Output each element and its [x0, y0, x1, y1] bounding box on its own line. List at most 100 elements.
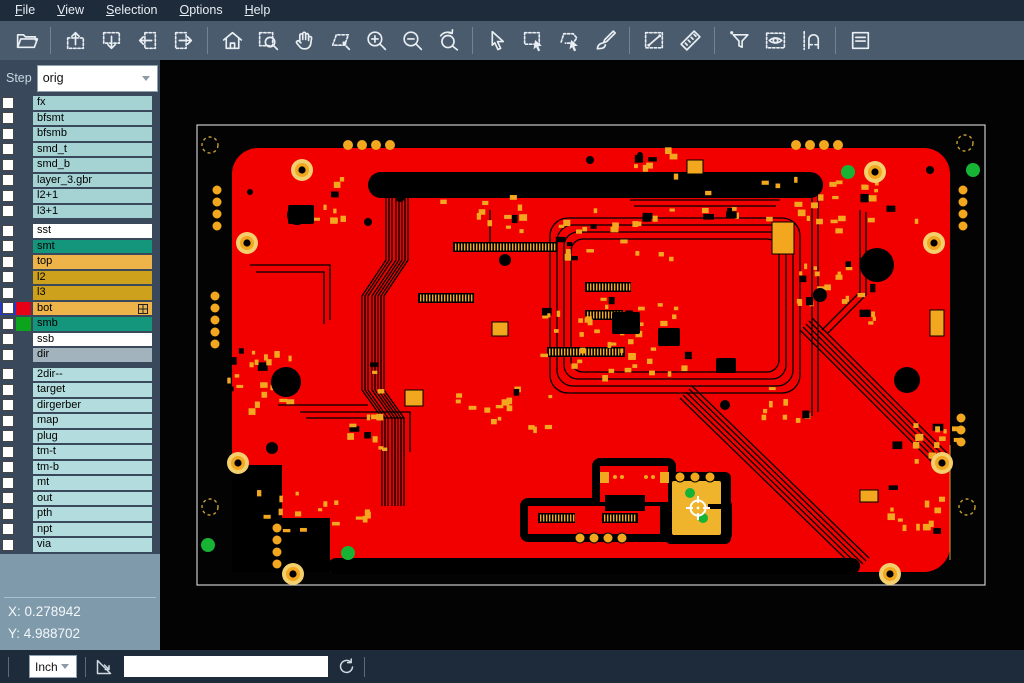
layer-row-target[interactable]: target: [0, 383, 160, 397]
layer-checkbox[interactable]: [0, 492, 16, 506]
select-rect-button[interactable]: [516, 25, 550, 57]
import-up-button[interactable]: [58, 25, 92, 57]
layer-label[interactable]: npt: [33, 523, 152, 537]
layer-row-bfsmt[interactable]: bfsmt: [0, 112, 160, 126]
layer-checkbox[interactable]: [0, 205, 16, 219]
menu-item-view[interactable]: View: [46, 0, 95, 21]
layer-label[interactable]: tm-b: [33, 461, 152, 475]
layer-row-via[interactable]: via: [0, 538, 160, 552]
layer-checkbox[interactable]: [0, 143, 16, 157]
layer-row-2dir--[interactable]: 2dir--: [0, 368, 160, 382]
layer-checkbox[interactable]: [0, 414, 16, 428]
layer-row-ssb[interactable]: ssb: [0, 333, 160, 347]
layer-label[interactable]: 2dir--: [33, 368, 152, 382]
menu-item-file[interactable]: File: [4, 0, 46, 21]
layer-label[interactable]: target: [33, 383, 152, 397]
layer-checkbox[interactable]: [0, 399, 16, 413]
layer-label[interactable]: plug: [33, 430, 152, 444]
layer-checkbox[interactable]: [0, 523, 16, 537]
layer-label[interactable]: bfsmt: [33, 112, 152, 126]
layer-checkbox[interactable]: [0, 302, 16, 316]
layer-label[interactable]: ssb: [33, 333, 152, 347]
layer-label[interactable]: via: [33, 538, 152, 552]
layer-checkbox[interactable]: [0, 158, 16, 172]
layer-row-sst[interactable]: sst: [0, 224, 160, 238]
layer-label[interactable]: out: [33, 492, 152, 506]
layer-row-mt[interactable]: mt: [0, 476, 160, 490]
layer-checkbox[interactable]: [0, 383, 16, 397]
step-select[interactable]: orig: [37, 65, 158, 92]
layer-label[interactable]: bfsmb: [33, 127, 152, 141]
layer-row-bot[interactable]: bot: [0, 302, 160, 316]
layer-label[interactable]: dir: [33, 348, 152, 362]
layer-row-dirgerber[interactable]: dirgerber: [0, 399, 160, 413]
menu-item-selection[interactable]: Selection: [95, 0, 168, 21]
layer-row-l3+1[interactable]: l3+1: [0, 205, 160, 219]
zoom-previous-button[interactable]: [431, 25, 465, 57]
layer-checkbox[interactable]: [0, 461, 16, 475]
layer-label[interactable]: l3+1: [33, 205, 152, 219]
layer-checkbox[interactable]: [0, 189, 16, 203]
layer-label[interactable]: fx: [33, 96, 152, 110]
measure-ruler-button[interactable]: [673, 25, 707, 57]
layer-row-plug[interactable]: plug: [0, 430, 160, 444]
layer-row-top[interactable]: top: [0, 255, 160, 269]
layer-row-smb[interactable]: smb: [0, 317, 160, 331]
layer-label[interactable]: pth: [33, 507, 152, 521]
layer-checkbox[interactable]: [0, 333, 16, 347]
layer-label[interactable]: bot: [33, 302, 152, 316]
layer-row-map[interactable]: map: [0, 414, 160, 428]
layer-row-tm-b[interactable]: tm-b: [0, 461, 160, 475]
layer-label[interactable]: smb: [33, 317, 152, 331]
layers-panel-button[interactable]: [843, 25, 877, 57]
import-right-button[interactable]: [166, 25, 200, 57]
filter-button[interactable]: [722, 25, 756, 57]
layer-checkbox[interactable]: [0, 317, 16, 331]
layer-checkbox[interactable]: [0, 174, 16, 188]
layer-checkbox[interactable]: [0, 507, 16, 521]
layer-label[interactable]: layer_3.gbr: [33, 174, 152, 188]
layer-label[interactable]: top: [33, 255, 152, 269]
layer-checkbox[interactable]: [0, 348, 16, 362]
home-button[interactable]: [215, 25, 249, 57]
layer-label[interactable]: map: [33, 414, 152, 428]
layer-checkbox[interactable]: [0, 255, 16, 269]
clear-button[interactable]: [588, 25, 622, 57]
expand-grid-icon[interactable]: [138, 304, 148, 314]
layer-checkbox[interactable]: [0, 430, 16, 444]
layer-row-smd_b[interactable]: smd_b: [0, 158, 160, 172]
layer-row-fx[interactable]: fx: [0, 96, 160, 110]
zoom-out-button[interactable]: [395, 25, 429, 57]
layer-checkbox[interactable]: [0, 96, 16, 110]
layer-label[interactable]: dirgerber: [33, 399, 152, 413]
layer-checkbox[interactable]: [0, 271, 16, 285]
layer-label[interactable]: smt: [33, 240, 152, 254]
layer-label[interactable]: l3: [33, 286, 152, 300]
layer-row-smt[interactable]: smt: [0, 240, 160, 254]
layer-label[interactable]: smd_b: [33, 158, 152, 172]
menu-item-help[interactable]: Help: [234, 0, 282, 21]
zoom-in-button[interactable]: [359, 25, 393, 57]
layer-checkbox[interactable]: [0, 368, 16, 382]
pcb-viewport[interactable]: [160, 60, 1024, 650]
layer-row-bfsmb[interactable]: bfsmb: [0, 127, 160, 141]
layer-row-l3[interactable]: l3: [0, 286, 160, 300]
layer-row-tm-t[interactable]: tm-t: [0, 445, 160, 459]
zoom-window-button[interactable]: [251, 25, 285, 57]
layer-label[interactable]: sst: [33, 224, 152, 238]
layer-label[interactable]: l2: [33, 271, 152, 285]
layer-label[interactable]: smd_t: [33, 143, 152, 157]
layer-row-pth[interactable]: pth: [0, 507, 160, 521]
layer-checkbox[interactable]: [0, 240, 16, 254]
layer-checkbox[interactable]: [0, 445, 16, 459]
measure-angle-button[interactable]: [94, 657, 114, 677]
layer-checkbox[interactable]: [0, 127, 16, 141]
snap-button[interactable]: [794, 25, 828, 57]
zoom-selection-button[interactable]: [323, 25, 357, 57]
layer-label[interactable]: tm-t: [33, 445, 152, 459]
layer-row-smd_t[interactable]: smd_t: [0, 143, 160, 157]
layer-checkbox[interactable]: [0, 476, 16, 490]
open-button[interactable]: [9, 25, 43, 57]
layer-row-layer_3.gbr[interactable]: layer_3.gbr: [0, 174, 160, 188]
layer-row-out[interactable]: out: [0, 492, 160, 506]
